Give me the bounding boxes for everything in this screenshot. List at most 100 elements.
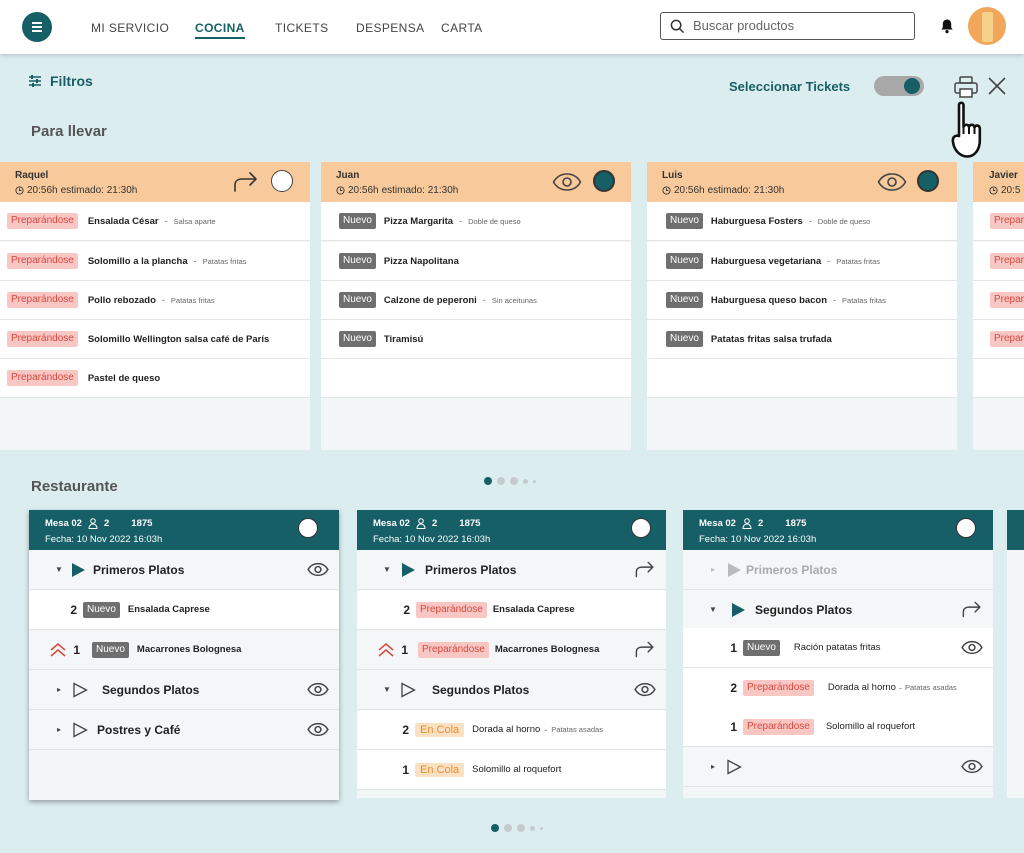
page-dot[interactable] <box>510 477 518 485</box>
table-select-checkbox[interactable] <box>631 518 651 538</box>
status-badge: Preparándose <box>7 331 78 347</box>
filters-label: Filtros <box>50 73 93 89</box>
ticket-select-checkbox[interactable] <box>271 170 293 192</box>
page-dot[interactable] <box>497 477 505 485</box>
dish-name: Haburguesa queso bacon <box>710 294 828 306</box>
dish-name: Solomillo al roquefort <box>472 764 562 775</box>
course-row[interactable]: ▸ Primeros Platos <box>683 550 993 590</box>
eye-icon[interactable] <box>961 759 983 774</box>
select-tickets-toggle[interactable] <box>874 76 924 96</box>
course-row[interactable]: ▼ Primeros Platos <box>29 550 339 590</box>
caret-right-icon[interactable]: ▸ <box>54 685 64 694</box>
dish-quantity: 1 <box>73 642 80 657</box>
forward-icon[interactable] <box>232 170 260 194</box>
table-select-checkbox[interactable] <box>298 518 318 538</box>
caret-down-icon[interactable]: ▼ <box>708 605 718 614</box>
dish-name: Dorada al horno <box>472 724 541 735</box>
dish-name: Tiramisú <box>383 333 424 345</box>
status-badge: Preparándose <box>743 679 814 696</box>
person-icon <box>742 518 752 529</box>
ticket-item: Nuevo Haburguesa vegetariana - Patatas f… <box>647 242 957 281</box>
status-badge: Nuevo <box>666 331 703 347</box>
forward-icon[interactable] <box>634 560 656 579</box>
filters-button[interactable]: Filtros <box>28 73 93 89</box>
caret-right-icon[interactable]: ▸ <box>54 725 64 734</box>
user-avatar[interactable] <box>968 7 1006 45</box>
caret-down-icon[interactable]: ▼ <box>382 565 392 574</box>
search-input[interactable] <box>693 18 903 33</box>
table-ticket: Mesa 02 2 1875 Fecha: 10 Nov 2022 16:03h… <box>29 510 339 800</box>
page-dot[interactable] <box>484 477 492 485</box>
eye-icon[interactable] <box>307 562 329 577</box>
dish-note: Doble de queso <box>817 216 871 226</box>
forward-icon[interactable] <box>961 600 983 619</box>
course-row[interactable]: ▸ <box>683 747 993 787</box>
play-outline-icon <box>73 721 88 738</box>
page-dot[interactable] <box>491 824 499 832</box>
menu-logo-icon[interactable] <box>22 12 52 42</box>
course-row[interactable]: ▼ Segundos Platos <box>683 590 993 630</box>
note-separator: - <box>161 295 165 305</box>
eye-icon[interactable] <box>877 172 907 192</box>
order-date: Fecha: 10 Nov 2022 16:03h <box>699 534 817 545</box>
top-navbar: MI SERVICIO COCINA TICKETS DESPENSA CART… <box>0 0 1024 54</box>
clock-icon <box>662 186 671 195</box>
course-row[interactable]: ▼ Segundos Platos <box>357 670 666 710</box>
printer-icon[interactable] <box>953 75 979 99</box>
restaurant-pagination <box>491 824 543 832</box>
eye-icon[interactable] <box>552 172 582 192</box>
nav-carta[interactable]: CARTA <box>441 21 483 35</box>
ticket-item: Nuevo Calzone de peperoni - Sin aceituna… <box>321 281 631 320</box>
page-dot[interactable] <box>533 479 536 483</box>
eye-icon[interactable] <box>307 682 329 697</box>
nav-cocina[interactable]: COCINA <box>195 21 245 39</box>
ticket-select-checkbox[interactable] <box>593 170 615 192</box>
nav-tickets[interactable]: TICKETS <box>275 21 328 35</box>
eye-icon[interactable] <box>634 682 656 697</box>
page-dot[interactable] <box>504 824 512 832</box>
dish-name: Macarrones Bolognesa <box>136 644 242 655</box>
ticket-header: Javier 20:5 <box>973 162 1024 202</box>
dish-name: Solomillo a la plancha <box>87 255 188 267</box>
course-row[interactable]: ▸ Postres y Café <box>29 710 339 750</box>
caret-right-icon[interactable]: ▸ <box>708 762 718 771</box>
status-badge: Prepar <box>990 292 1024 308</box>
ticket-select-checkbox[interactable] <box>917 170 939 192</box>
page-dot[interactable] <box>540 826 543 830</box>
page-dot[interactable] <box>523 478 528 484</box>
status-badge: En Cola <box>415 762 465 777</box>
forward-icon[interactable] <box>634 640 656 659</box>
table-number: Mesa 02 <box>45 518 82 529</box>
pointer-hand-cursor-icon <box>951 101 982 158</box>
bell-icon[interactable] <box>940 18 954 34</box>
ticket-empty-row <box>973 359 1024 398</box>
dish-quantity: 1 <box>730 640 737 655</box>
page-dot[interactable] <box>517 824 525 832</box>
eye-icon[interactable] <box>961 640 983 655</box>
eye-icon[interactable] <box>307 722 329 737</box>
section-title-para-llevar: Para llevar <box>31 123 107 140</box>
course-row[interactable]: ▸ Segundos Platos <box>29 670 339 710</box>
table-header: Mesa 02 2 1875 Fecha: 10 Nov 2022 16:03h <box>683 510 993 550</box>
status-badge: Nuevo <box>743 639 780 656</box>
dish-quantity: 1 <box>730 719 737 734</box>
table-number: Mesa 02 <box>699 518 736 529</box>
note-separator: - <box>482 295 486 305</box>
page-dot[interactable] <box>530 825 535 831</box>
table-header: Mesa 02 2 1875 Fecha: 10 Nov 2022 16:03h <box>357 510 666 550</box>
dish-name: Calzone de peperoni <box>383 294 477 306</box>
table-select-checkbox[interactable] <box>956 518 976 538</box>
caret-right-icon[interactable]: ▸ <box>708 565 718 574</box>
dish-quantity: 2 <box>70 602 77 617</box>
table-ticket: Mesa 02 2 1875 Fecha: 10 Nov 2022 16:03h… <box>357 510 666 798</box>
dish-name: Pizza Napolitana <box>383 255 459 267</box>
caret-down-icon[interactable]: ▼ <box>382 685 392 694</box>
caret-down-icon[interactable]: ▼ <box>54 565 64 574</box>
dish-row: 1 En Cola Solomillo al roquefort <box>357 750 666 790</box>
nav-despensa[interactable]: DESPENSA <box>356 21 425 35</box>
nav-mi-servicio[interactable]: MI SERVICIO <box>91 21 169 35</box>
status-badge: Prepar <box>990 331 1024 347</box>
priority-chevrons-icon <box>378 642 394 657</box>
close-icon[interactable] <box>987 76 1007 96</box>
course-row[interactable]: ▼ Primeros Platos <box>357 550 666 590</box>
